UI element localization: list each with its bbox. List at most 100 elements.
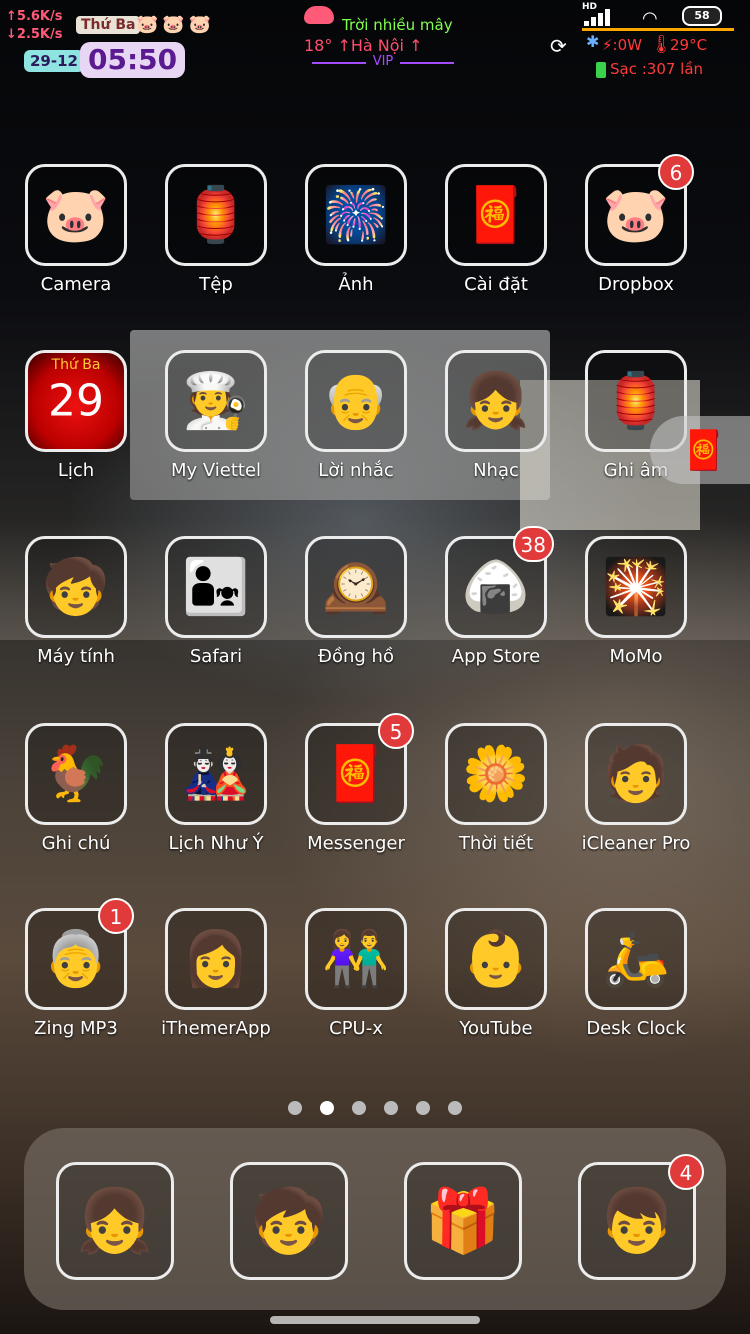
app-icon[interactable]: 🛵 Desk Clock [576,908,696,1039]
app-artwork-icon: 🍙 [462,555,530,618]
page-dot[interactable] [288,1101,302,1115]
app-icon[interactable]: 🎆 Ảnh [296,164,416,295]
app-icon[interactable]: 🕰️ Đồng hồ [296,536,416,667]
app-tile[interactable]: 🌼 [445,723,547,825]
page-dot[interactable] [416,1101,430,1115]
dock-app-1[interactable]: 👧 [56,1162,174,1280]
app-icon[interactable]: 29 Thứ Ba Lịch [16,350,136,481]
app-artwork-icon: 🎇 [602,555,670,618]
app-label: Máy tính [37,646,115,667]
app-label: MoMo [609,646,663,667]
app-label: Safari [189,646,243,667]
status-right: HD ◠ 58 ⟳ ✱ ⚡:0W 🌡 29°C Sạc :307 lần [546,2,746,82]
app-icon[interactable]: 🧧 Cài đặt [436,164,556,295]
device-temperature: 29°C [670,36,708,54]
app-artwork-icon: 🐷 [42,183,110,246]
app-tile[interactable]: 🏮 [165,164,267,266]
app-artwork-icon: 🧑 [602,742,670,805]
app-icon[interactable]: 🧧 5 Messenger [296,713,416,854]
dock-app-4[interactable]: 👦 4 [578,1154,704,1280]
dock-app-2[interactable]: 🧒 [230,1162,348,1280]
app-icon[interactable]: 👴 Lời nhắc [296,350,416,481]
dock-app-3[interactable]: 🎁 [404,1162,522,1280]
dock-tile[interactable]: 👧 [56,1162,174,1280]
app-icon[interactable]: 👫 CPU-x [296,908,416,1039]
app-tile[interactable]: 🐷 [25,164,127,266]
page-indicator[interactable] [0,1100,750,1119]
app-label: Nhạc [473,460,519,481]
page-dot[interactable] [352,1101,366,1115]
app-icon[interactable]: 👵 1 Zing MP3 [16,898,136,1039]
app-icon[interactable]: 🐷 6 Dropbox [576,154,696,295]
app-label: Ảnh [338,274,374,295]
dock-tile[interactable]: 🎁 [404,1162,522,1280]
app-artwork-icon: 👧 [462,369,530,432]
dock-tile[interactable]: 🧒 [230,1162,348,1280]
app-artwork-icon: 👨‍👧 [182,555,250,618]
app-tile[interactable]: 🧑 [585,723,687,825]
app-icon[interactable]: 👩 iThemerApp [156,908,276,1039]
app-label: Desk Clock [586,1018,686,1039]
app-tile[interactable]: 👩 [165,908,267,1010]
app-tile[interactable]: 🛵 [585,908,687,1010]
app-tile[interactable]: 👶 [445,908,547,1010]
app-tile[interactable]: 🎇 [585,536,687,638]
pig-icons: 🐷🐷🐷 [136,14,216,35]
app-icon[interactable]: 🎇 MoMo [576,536,696,667]
app-label: App Store [451,646,541,667]
calendar-weekday: Thứ Ba [51,357,101,373]
dock-artwork-icon: 🎁 [424,1184,502,1257]
app-icon[interactable]: 🏮 Tệp [156,164,276,295]
app-icon[interactable]: 🎎 Lịch Như Ý [156,723,276,854]
app-label: Zing MP3 [34,1018,118,1039]
app-icon[interactable]: 🧑 iCleaner Pro [576,723,696,854]
dock: 👧 🧒 🎁 👦 4 [24,1128,726,1310]
app-label: iThemerApp [161,1018,271,1039]
app-artwork-icon: 🧧 [322,742,390,805]
app-tile[interactable]: 👴 [305,350,407,452]
app-icon[interactable]: 👨‍👧 Safari [156,536,276,667]
battery-icon: 58 [682,6,722,26]
app-tile[interactable]: 🧒 [25,536,127,638]
app-icon[interactable]: 🧒 Máy tính [16,536,136,667]
app-icon[interactable]: 🌼 Thời tiết [436,723,556,854]
app-icon[interactable]: 👶 YouTube [436,908,556,1039]
page-dot[interactable] [384,1101,398,1115]
app-artwork-icon: 🐓 [42,742,110,805]
app-icon[interactable]: 👧 Nhạc [436,350,556,481]
app-tile[interactable]: 👧 [445,350,547,452]
app-tile[interactable]: 👨‍👧 [165,536,267,638]
app-label: Dropbox [598,274,674,295]
app-artwork-icon: 🧒 [42,555,110,618]
network-speed: ↑5.6K/s ↓2.5K/s [6,8,62,44]
app-tile[interactable]: 🐓 [25,723,127,825]
app-icon[interactable]: 🍙 38 App Store [436,526,556,667]
notification-badge: 6 [658,154,694,190]
app-label: CPU-x [329,1018,383,1039]
home-indicator[interactable] [270,1316,480,1324]
app-label: Cài đặt [464,274,528,295]
app-tile[interactable]: 🎎 [165,723,267,825]
app-icon[interactable]: 🐷 Camera [16,164,136,295]
app-label: Lời nhắc [318,460,394,481]
app-tile[interactable]: 👫 [305,908,407,1010]
cloud-icon [304,6,334,24]
app-label: YouTube [459,1018,533,1039]
app-tile[interactable]: 🎆 [305,164,407,266]
floating-assistive-tab[interactable]: 🧧 [650,416,750,484]
app-tile[interactable]: 🕰️ [305,536,407,638]
app-artwork-icon: 👶 [462,927,530,990]
app-icon[interactable]: 🧑‍🍳 My Viettel [156,350,276,481]
app-label: iCleaner Pro [581,833,691,854]
app-tile[interactable]: 🧧 [445,164,547,266]
app-artwork-icon: 🕰️ [322,555,390,618]
weekday-label: Thứ Ba [76,16,141,34]
power-reading: ⚡:0W [602,36,642,54]
bluetooth-icon: ✱ [586,32,600,51]
wifi-icon: ◠ [642,8,658,29]
app-icon[interactable]: 🐓 Ghi chú [16,723,136,854]
page-dot[interactable] [320,1101,334,1115]
app-tile[interactable]: 29 Thứ Ba [25,350,127,452]
app-tile[interactable]: 🧑‍🍳 [165,350,267,452]
page-dot[interactable] [448,1101,462,1115]
